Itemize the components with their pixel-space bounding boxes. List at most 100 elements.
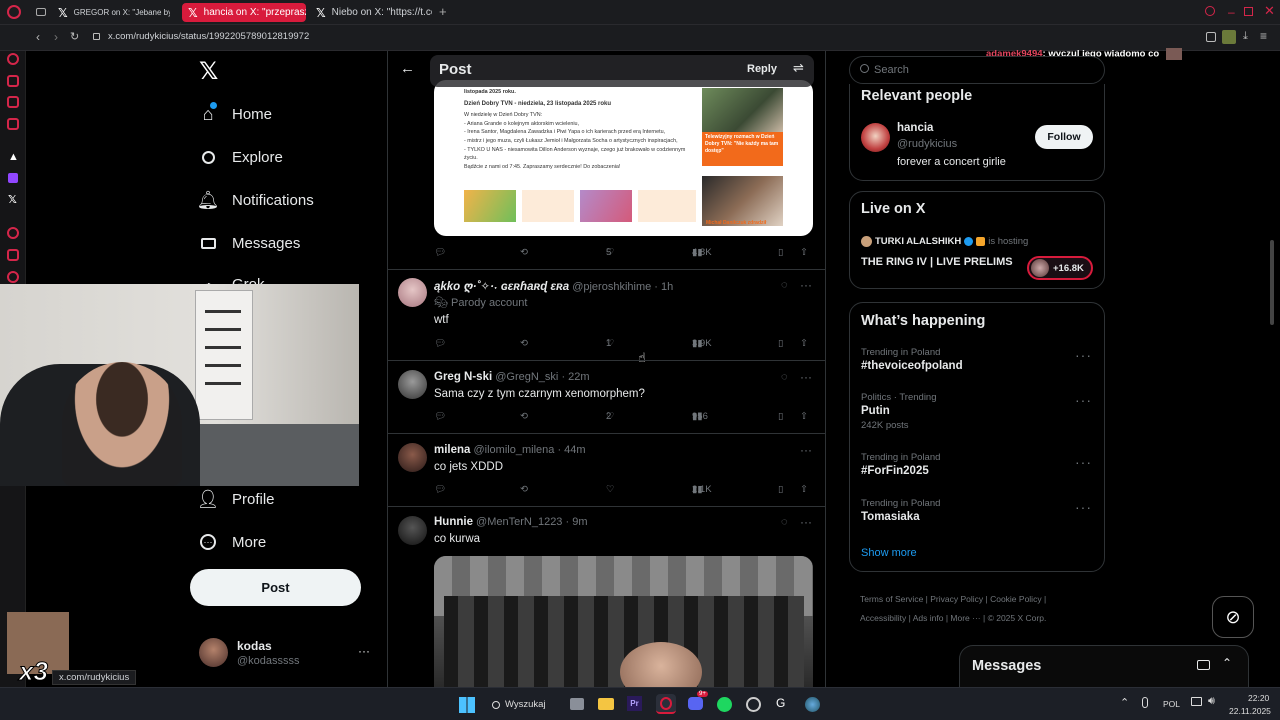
network-icon[interactable]	[1191, 697, 1202, 706]
like-button[interactable]: ♡ 2	[606, 411, 615, 422]
clock-time[interactable]: 22:20	[1248, 693, 1269, 703]
views-button[interactable]: ▮▮ 3.9K	[692, 338, 712, 349]
chevron-up-icon[interactable]: ⌃	[1222, 656, 1232, 670]
avatar[interactable]	[398, 370, 427, 399]
grok-icon[interactable]: ◌	[781, 516, 788, 528]
more-dots-icon[interactable]: ···	[800, 278, 812, 292]
back-arrow-icon[interactable]: ←	[400, 60, 415, 77]
minimize-button[interactable]: –	[1228, 5, 1235, 19]
nav-home[interactable]: ⌂ Home	[198, 102, 272, 124]
spotify-icon[interactable]	[717, 697, 732, 712]
tab-gregor[interactable]: 𝕏 GREGOR on X: "Jebane byd	[52, 3, 170, 22]
like-button[interactable]: ♡ 5	[606, 247, 615, 258]
twitch-icon[interactable]	[8, 173, 18, 183]
follow-button[interactable]: Follow	[1035, 125, 1093, 149]
grok-icon[interactable]: ◌	[781, 371, 788, 383]
app-icon[interactable]: G	[776, 696, 785, 710]
tweet-media-card[interactable]: listopada 2025 roku. Dzień Dobry TVN - n…	[434, 80, 813, 236]
account-switcher[interactable]: kodas @kodasssss ···	[199, 638, 379, 674]
new-tab-button[interactable]: +	[439, 4, 447, 19]
windows-start-icon[interactable]	[459, 697, 475, 713]
retweet-icon[interactable]: ⟲	[520, 338, 528, 349]
more-dots-icon[interactable]: ···	[358, 644, 370, 658]
trend-item[interactable]: Trending in Poland #ForFin2025	[861, 452, 1093, 477]
language-indicator[interactable]: POL	[1163, 699, 1180, 709]
grok-icon[interactable]: ◌	[781, 279, 788, 291]
trend-item[interactable]: Trending in Poland #thevoiceofpoland	[861, 347, 1093, 372]
nav-messages[interactable]: Messages	[198, 233, 300, 253]
reply-button[interactable]: Reply	[747, 63, 777, 75]
clock-icon[interactable]	[7, 271, 19, 283]
more-dots-icon[interactable]: ···	[1075, 499, 1092, 515]
x-logo-icon[interactable]: 𝕏	[199, 57, 218, 86]
share-icon[interactable]: ⇧	[800, 411, 808, 422]
pin-icon[interactable]	[7, 249, 19, 261]
tab-list-icon[interactable]	[36, 8, 46, 16]
scrollbar-thumb[interactable]	[1270, 240, 1274, 325]
views-button[interactable]: ▮▮ 2.1K	[692, 484, 712, 495]
trend-item[interactable]: Trending in Poland Tomasiaka	[861, 498, 1093, 523]
share-icon[interactable]: ⇧	[800, 247, 808, 258]
reply-icon[interactable]: 💬︎	[434, 338, 446, 349]
reload-icon[interactable]: ↻	[70, 30, 79, 43]
live-event-title[interactable]: THE RING IV | LIVE PRELIMS	[861, 256, 1013, 268]
grok-floating-button[interactable]: ⊘	[1212, 596, 1254, 638]
person-name[interactable]: hancia	[897, 122, 933, 134]
nav-notifications[interactable]: 🔔︎ Notifications	[197, 190, 314, 210]
profile-avatar-icon[interactable]	[1222, 30, 1236, 44]
file-explorer-icon[interactable]	[598, 698, 614, 710]
more-dots-icon[interactable]: ···	[1075, 347, 1092, 363]
settings-sliders-icon[interactable]: ⇌	[793, 60, 804, 76]
person-handle[interactable]: @rudykicius	[897, 138, 957, 150]
nav-more[interactable]: ··· More	[198, 532, 266, 552]
messages-drawer[interactable]: Messages ⌃	[959, 645, 1249, 687]
tab-hancia[interactable]: 𝕏 hancia on X: "przeprasza	[182, 3, 306, 22]
tab-niebo[interactable]: 𝕏 Niebo on X: "https://t.co/	[310, 3, 432, 22]
ai-icon[interactable]	[7, 53, 19, 65]
reply-icon[interactable]: 💬︎	[434, 247, 446, 258]
download-icon[interactable]: ⤓	[1243, 30, 1248, 43]
back-icon[interactable]: ‹	[36, 30, 40, 44]
nav-explore[interactable]: Explore	[198, 147, 283, 167]
show-more-link[interactable]: Show more	[861, 547, 917, 559]
views-button[interactable]: ▮▮ 4.8K	[692, 247, 712, 258]
chatgpt-icon[interactable]: ▲	[8, 151, 19, 163]
extensions-icon[interactable]	[1206, 32, 1216, 42]
taskbar-search[interactable]: Wyszukaj	[492, 694, 552, 715]
retweet-icon[interactable]: ⟲	[520, 247, 528, 258]
share-icon[interactable]: ⇧	[800, 484, 808, 495]
more-dots-icon[interactable]: ···	[800, 515, 812, 529]
bag-icon[interactable]	[7, 75, 19, 87]
more-dots-icon[interactable]: ···	[1075, 392, 1092, 408]
trend-item[interactable]: Politics · Trending Putin 242K posts	[861, 392, 1093, 431]
messenger-icon[interactable]	[7, 96, 19, 108]
bookmark-icon[interactable]: ▯	[778, 247, 783, 258]
premiere-icon[interactable]: Pr	[627, 696, 642, 711]
new-message-icon[interactable]	[1197, 660, 1210, 670]
like-button[interactable]: ♡ 1	[606, 338, 615, 349]
live-listener-badge[interactable]: +16.8K	[1027, 256, 1093, 280]
nav-grok[interactable]: ◔ Grok	[198, 276, 265, 284]
share-icon[interactable]: ⇧	[800, 338, 808, 349]
bookmark-icon[interactable]: ▯	[778, 338, 783, 349]
like-button[interactable]: ♡	[606, 484, 615, 495]
task-view-icon[interactable]	[570, 698, 584, 710]
steam-icon[interactable]	[746, 697, 761, 712]
avatar[interactable]	[398, 443, 427, 472]
bookmark-icon[interactable]: ▯	[778, 484, 783, 495]
bookmark-icon[interactable]: ▯	[778, 411, 783, 422]
reply-icon[interactable]: 💬︎	[434, 411, 446, 422]
reply-icon[interactable]: 💬︎	[434, 484, 446, 495]
retweet-icon[interactable]: ⟲	[520, 411, 528, 422]
nav-profile[interactable]: 👤︎ Profile	[197, 489, 275, 509]
menu-icon[interactable]: ≡	[1260, 29, 1267, 43]
clock-date[interactable]: 22.11.2025	[1229, 706, 1271, 716]
retweet-icon[interactable]: ⟲	[520, 484, 528, 495]
forward-icon[interactable]: ›	[54, 30, 58, 44]
history-icon[interactable]	[7, 227, 19, 239]
volume-icon[interactable]: 🔊︎	[1208, 695, 1215, 708]
opera-gx-icon[interactable]	[656, 694, 676, 714]
more-dots-icon[interactable]: ···	[800, 370, 812, 384]
search-input[interactable]: Search	[849, 56, 1105, 84]
avatar[interactable]	[861, 123, 890, 152]
